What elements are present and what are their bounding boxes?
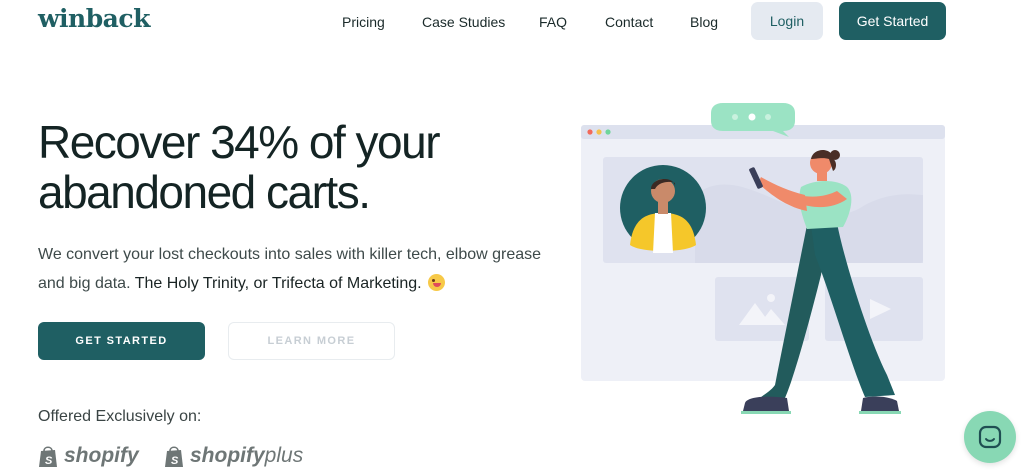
svg-text:S: S xyxy=(45,455,53,467)
shopify-plus-wordmark: shopify xyxy=(190,444,265,467)
hero-title-line2: abandoned carts. xyxy=(38,166,371,218)
browser-minimize-dot-icon xyxy=(596,129,602,135)
winking-face-emoji-icon xyxy=(427,274,445,291)
shopify-bag-icon: S xyxy=(39,446,57,467)
shopify-plus-suffix: plus xyxy=(264,444,304,467)
chat-bubble-icon xyxy=(978,425,1002,449)
hero-subtitle: We convert your lost checkouts into sale… xyxy=(38,240,568,298)
nav-link-faq[interactable]: FAQ xyxy=(539,14,567,30)
nav-link-pricing[interactable]: Pricing xyxy=(342,14,385,30)
nav-link-case-studies[interactable]: Case Studies xyxy=(422,14,505,30)
browser-close-dot-icon xyxy=(587,129,593,135)
hero-title-line1: Recover 34% of your xyxy=(38,116,441,168)
learn-more-button[interactable]: LEARN MORE xyxy=(228,322,395,360)
offered-heading: Offered Exclusively on: xyxy=(38,408,202,425)
nav-link-contact[interactable]: Contact xyxy=(605,14,653,30)
get-started-nav-button[interactable]: Get Started xyxy=(839,2,946,40)
shopify-plus-bag-icon: S xyxy=(165,446,183,467)
login-button[interactable]: Login xyxy=(751,2,823,40)
hero-title: Recover 34% of your abandoned carts. xyxy=(38,117,558,217)
nav-link-blog[interactable]: Blog xyxy=(690,14,718,30)
chat-widget-button[interactable] xyxy=(964,411,1016,463)
shopify-logo: S shopify xyxy=(38,444,139,468)
get-started-button[interactable]: GET STARTED xyxy=(38,322,205,360)
shopify-wordmark: shopify xyxy=(64,444,139,467)
hero-illustration xyxy=(581,103,945,414)
logo[interactable]: winback xyxy=(38,4,150,33)
shopify-plus-logo: S shopify plus xyxy=(164,444,303,468)
hero-subtitle-strong: The Holy Trinity, or Trifecta of Marketi… xyxy=(134,275,422,292)
browser-maximize-dot-icon xyxy=(605,129,611,135)
svg-text:S: S xyxy=(171,455,179,467)
